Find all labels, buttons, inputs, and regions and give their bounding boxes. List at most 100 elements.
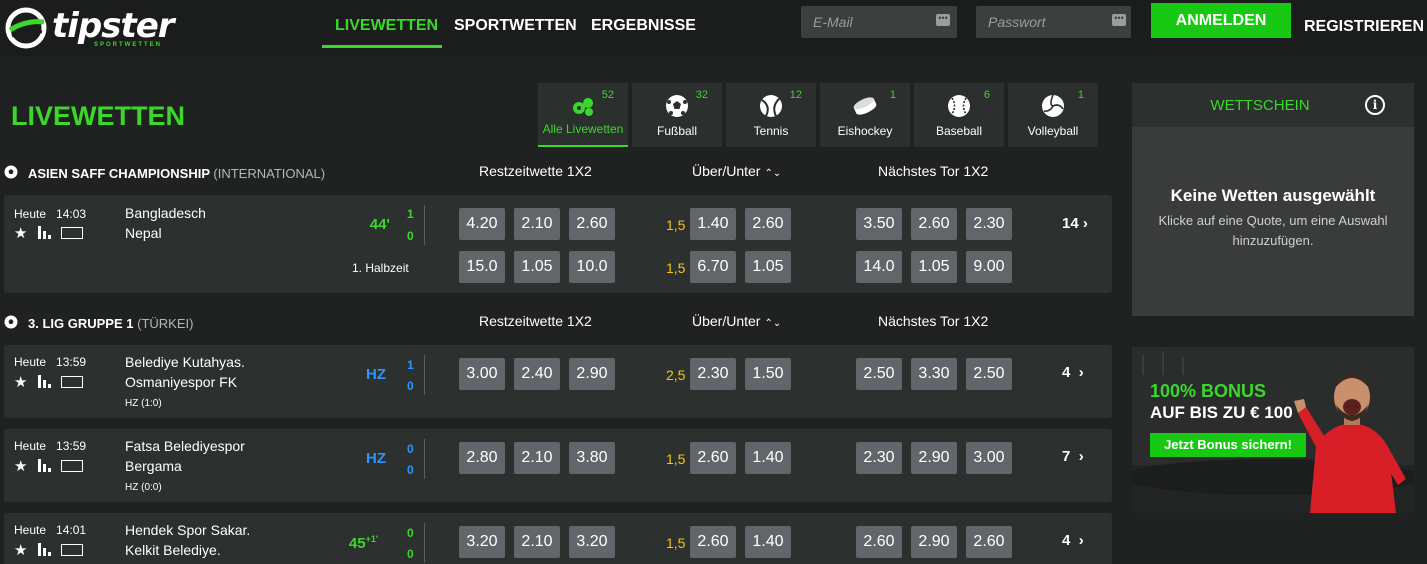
odd-button[interactable]: 2.60	[690, 526, 736, 558]
odd-button[interactable]: 2.60	[569, 208, 615, 240]
odd-button[interactable]: 2.60	[856, 526, 902, 558]
tab-count: 52	[601, 89, 614, 101]
tab-eishockey[interactable]: 1 Eishockey	[820, 83, 910, 147]
odd-button[interactable]: 2.30	[966, 208, 1012, 240]
odd-button[interactable]: 2.60	[911, 208, 957, 240]
ou-line: 1,5	[666, 535, 686, 551]
register-link[interactable]: REGISTRIEREN	[1304, 18, 1424, 36]
tab-baseball[interactable]: 6 Baseball	[914, 83, 1004, 147]
score-home: 1	[407, 358, 414, 372]
more-markets-link[interactable]: 4 ›	[1062, 532, 1084, 549]
odd-button[interactable]: 4.20	[459, 208, 505, 240]
odd-button[interactable]: 3.20	[569, 526, 615, 558]
bonus-promo-banner[interactable]: 100% BONUS AUF BIS ZU € 100 Jetzt Bonus …	[1132, 347, 1414, 513]
column-ueber-unter[interactable]: Über/Unter ⌃⌄	[692, 163, 781, 179]
info-icon[interactable]: i	[1365, 95, 1385, 115]
live-field-icon[interactable]	[61, 460, 83, 472]
odd-button[interactable]: 1.50	[745, 358, 791, 390]
odd-button[interactable]: 2.90	[911, 526, 957, 558]
odd-button[interactable]: 2.60	[966, 526, 1012, 558]
tab-tennis[interactable]: 12 Tennis	[726, 83, 816, 147]
more-markets-link[interactable]: 7 ›	[1062, 448, 1084, 465]
tab-count: 1	[1077, 89, 1084, 101]
odd-button[interactable]: 3.00	[459, 358, 505, 390]
odd-button[interactable]: 1.40	[745, 526, 791, 558]
team-home: Hendek Spor Sakar.	[125, 522, 251, 538]
betslip-empty-title: Keine Wetten ausgewählt	[1170, 186, 1376, 205]
odd-button[interactable]: 2.40	[514, 358, 560, 390]
odd-button[interactable]: 9.00	[966, 251, 1012, 283]
odd-button[interactable]: 3.80	[569, 442, 615, 474]
odd-button[interactable]: 1.05	[514, 251, 560, 283]
match-minute: HZ	[366, 366, 386, 383]
star-icon[interactable]: ★	[14, 457, 27, 475]
star-icon[interactable]: ★	[14, 224, 27, 242]
odd-button[interactable]: 10.0	[569, 251, 615, 283]
star-icon[interactable]: ★	[14, 373, 27, 391]
odd-button[interactable]: 2.90	[911, 442, 957, 474]
email-input[interactable]	[801, 6, 957, 38]
match-time: Heute 14:03	[14, 207, 87, 221]
match-time: Heute 14:01	[14, 523, 87, 537]
odd-button[interactable]: 2.10	[514, 526, 560, 558]
odd-button[interactable]: 1.40	[690, 208, 736, 240]
odd-button[interactable]: 2.30	[690, 358, 736, 390]
stats-icon[interactable]	[38, 375, 52, 388]
odd-button[interactable]: 2.10	[514, 208, 560, 240]
tab-fussball[interactable]: 32 Fußball	[632, 83, 722, 147]
odd-button[interactable]: 2.90	[569, 358, 615, 390]
odd-button[interactable]: 3.30	[911, 358, 957, 390]
odd-button[interactable]: 2.30	[856, 442, 902, 474]
live-field-icon[interactable]	[61, 544, 83, 556]
stats-icon[interactable]	[38, 226, 52, 239]
football-icon	[666, 95, 688, 117]
odd-button[interactable]: 2.60	[745, 208, 791, 240]
nav-sportwetten[interactable]: SPORTWETTEN	[454, 17, 577, 35]
score-away: 0	[407, 379, 414, 393]
live-field-icon[interactable]	[61, 376, 83, 388]
tab-label: Fußball	[656, 124, 697, 138]
more-markets-link[interactable]: 4 ›	[1062, 364, 1084, 381]
top-bar: tipster SPORTWETTEN LIVEWETTEN SPORTWETT…	[0, 0, 1427, 56]
stats-icon[interactable]	[38, 543, 52, 556]
tab-alle-livewetten[interactable]: 52 Alle Livewetten	[538, 83, 628, 147]
more-markets-link[interactable]: 14 ›	[1062, 215, 1088, 232]
login-button[interactable]: ANMELDEN	[1151, 3, 1291, 38]
column-restzeitwette: Restzeitwette 1X2	[479, 313, 592, 329]
odd-button[interactable]: 2.60	[690, 442, 736, 474]
team-away: Kelkit Belediye.	[125, 542, 221, 558]
chevron-right-icon: ›	[1078, 532, 1084, 549]
nav-ergebnisse[interactable]: ERGEBNISSE	[591, 17, 696, 35]
odd-button[interactable]: 1.05	[911, 251, 957, 283]
odd-button[interactable]: 3.20	[459, 526, 505, 558]
odd-button[interactable]: 3.50	[856, 208, 902, 240]
odd-button[interactable]: 15.0	[459, 251, 505, 283]
column-ueber-unter[interactable]: Über/Unter ⌃⌄	[692, 313, 781, 329]
team-away: Nepal	[125, 225, 162, 241]
odd-button[interactable]: 14.0	[856, 251, 902, 283]
keyboard-icon: •••	[936, 14, 950, 26]
match-row: Heute 14:03 ★ Bangladesch Nepal 44' 1 0 …	[4, 195, 1112, 293]
odd-button[interactable]: 2.10	[514, 442, 560, 474]
match-minute: 45+1'	[348, 534, 378, 552]
odd-button[interactable]: 1.40	[745, 442, 791, 474]
live-field-icon[interactable]	[61, 227, 83, 239]
logo-swoosh-icon	[5, 7, 47, 49]
tipster-logo[interactable]: tipster SPORTWETTEN	[4, 4, 204, 50]
stats-icon[interactable]	[38, 459, 52, 472]
password-input[interactable]	[976, 6, 1131, 38]
score-home: 1	[407, 207, 414, 221]
star-icon[interactable]: ★	[14, 541, 27, 559]
tab-volleyball[interactable]: 1 Volleyball	[1008, 83, 1098, 147]
ou-line: 2,5	[666, 367, 686, 383]
odd-button[interactable]: 3.00	[966, 442, 1012, 474]
odd-button[interactable]: 6.70	[690, 251, 736, 283]
nav-livewetten[interactable]: LIVEWETTEN	[335, 17, 438, 35]
odd-button[interactable]: 2.50	[966, 358, 1012, 390]
odd-button[interactable]: 2.50	[856, 358, 902, 390]
promo-cta-button[interactable]: Jetzt Bonus sichern!	[1150, 433, 1306, 457]
odd-button[interactable]: 2.80	[459, 442, 505, 474]
match-minute: HZ	[366, 450, 386, 467]
tab-label: Tennis	[753, 124, 789, 138]
odd-button[interactable]: 1.05	[745, 251, 791, 283]
